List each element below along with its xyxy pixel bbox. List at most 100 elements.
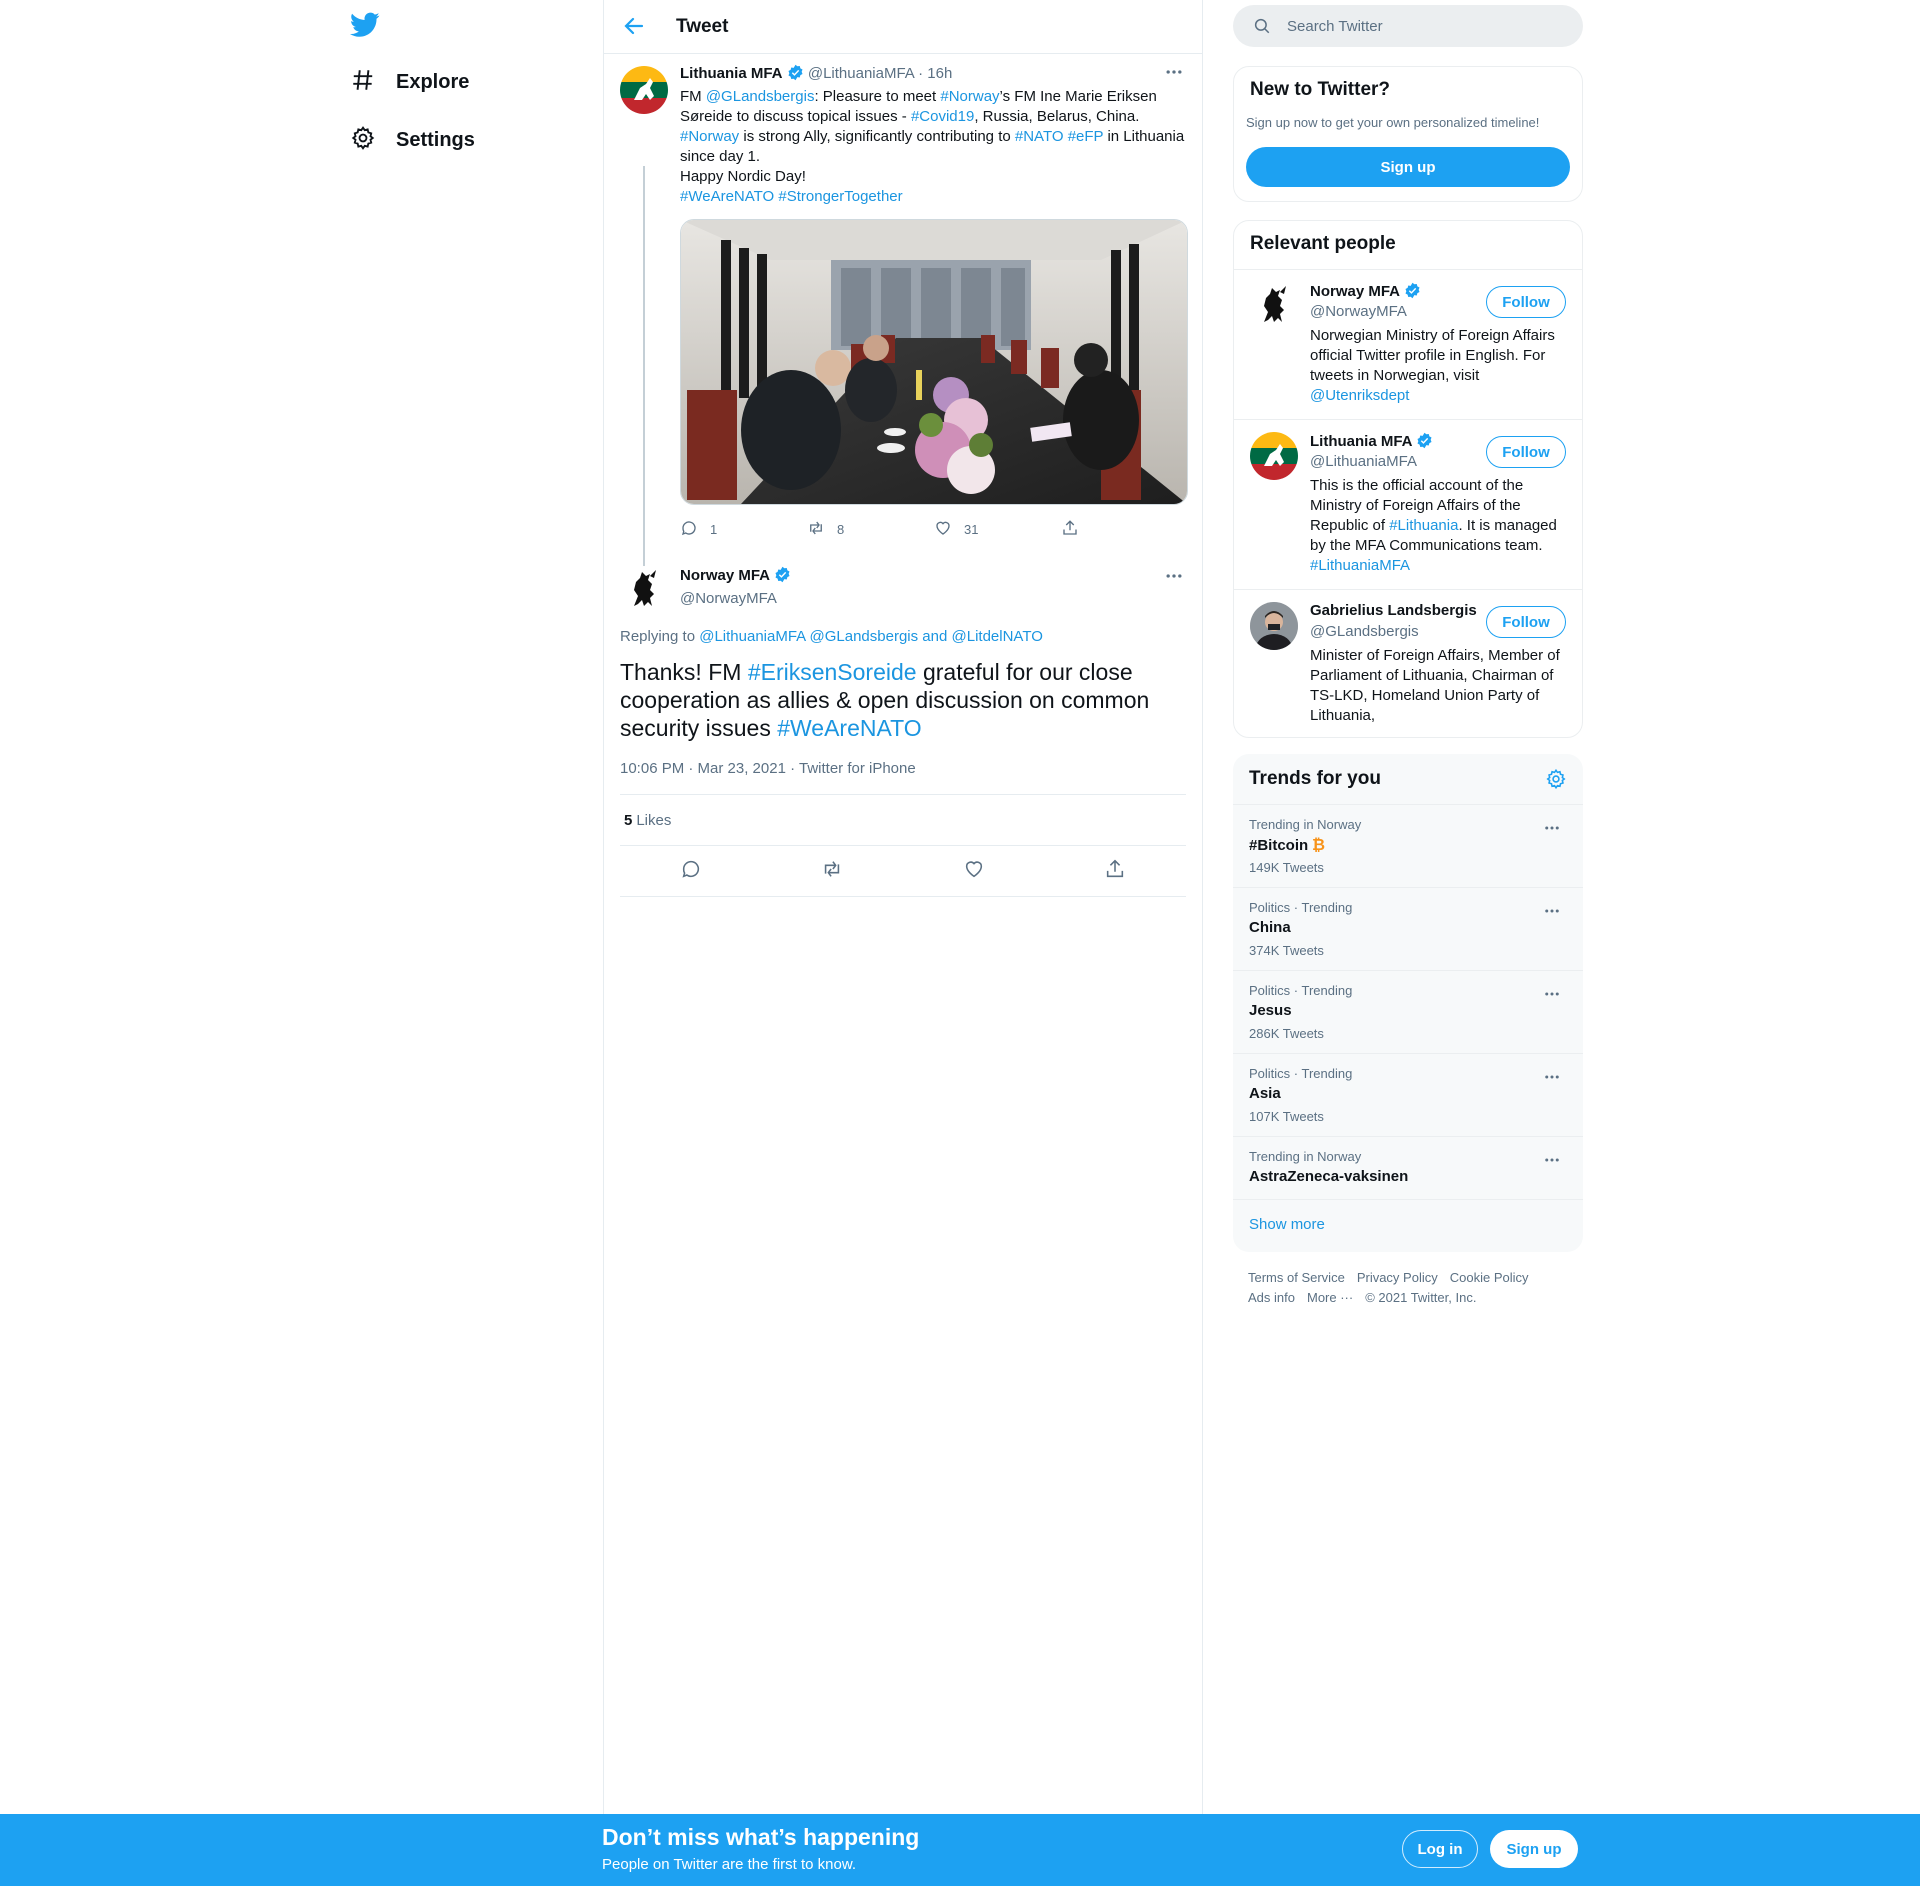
more-options-icon[interactable] bbox=[1543, 819, 1561, 842]
footer-more-link[interactable]: More ··· bbox=[1307, 1288, 1353, 1308]
lithuania-mfa-avatar[interactable] bbox=[1250, 432, 1298, 480]
follow-button[interactable]: Follow bbox=[1486, 436, 1566, 468]
person-gabrielius-landsbergis[interactable]: Gabrielius Landsbergis @GLandsbergis Min… bbox=[1234, 589, 1582, 737]
like-count: 31 bbox=[964, 521, 979, 537]
twitter-logo-icon[interactable] bbox=[350, 12, 380, 43]
tweet-timestamp[interactable]: 10:06 PM · Mar 23, 2021 · Twitter for iP… bbox=[620, 760, 916, 777]
mention-link[interactable]: @GLandsbergis bbox=[810, 628, 919, 645]
author-name[interactable]: Norway MFA bbox=[680, 567, 770, 584]
reply-button[interactable]: 1 bbox=[680, 519, 807, 540]
hashtag-link[interactable]: #Covid19 bbox=[911, 108, 974, 125]
replying-to: Replying to @LithuaniaMFA @GLandsbergis … bbox=[620, 628, 1043, 645]
norway-mfa-avatar[interactable] bbox=[620, 566, 668, 614]
author-handle[interactable]: @NorwayMFA bbox=[680, 590, 777, 607]
hashtag-link[interactable]: #LithuaniaMFA bbox=[1310, 557, 1410, 574]
nav-explore-label: Explore bbox=[396, 70, 470, 93]
back-arrow-icon[interactable] bbox=[622, 14, 646, 43]
share-icon[interactable] bbox=[1104, 858, 1126, 885]
person-name-text: Lithuania MFA bbox=[1310, 433, 1412, 450]
mention-link[interactable]: @LitdelNATO bbox=[952, 628, 1043, 645]
hashtag-link[interactable]: #Norway bbox=[940, 88, 999, 105]
hashtag-link[interactable]: #Lithuania bbox=[1389, 517, 1458, 534]
thread-line bbox=[643, 166, 645, 612]
hashtag-link[interactable]: #eFP bbox=[1068, 128, 1104, 145]
trend-item[interactable]: Politics · Trending Jesus 286K Tweets bbox=[1233, 970, 1583, 1054]
follow-button[interactable]: Follow bbox=[1486, 286, 1566, 318]
replying-to-label: Replying to bbox=[620, 628, 700, 645]
author-handle[interactable]: @LithuaniaMFA bbox=[808, 65, 914, 82]
parent-tweet-body: Lithuania MFA @LithuaniaMFA · 16h FM @GL… bbox=[680, 64, 1188, 541]
nav-settings[interactable]: Settings bbox=[350, 120, 475, 160]
more-options-icon[interactable] bbox=[1543, 985, 1561, 1008]
heart-icon[interactable] bbox=[963, 858, 985, 885]
hashtag-link[interactable]: #WeAreNATO bbox=[777, 715, 921, 741]
nav-settings-label: Settings bbox=[396, 128, 475, 151]
more-options-icon[interactable] bbox=[1164, 62, 1184, 87]
hashtag-link[interactable]: #WeAreNATO bbox=[680, 188, 774, 205]
person-bio: Minister of Foreign Affairs, Member of P… bbox=[1310, 647, 1560, 724]
search-input[interactable] bbox=[1285, 16, 1569, 36]
trend-item[interactable]: Trending in Norway #Bitcoin ₿ 149K Tweet… bbox=[1233, 804, 1583, 888]
trend-item[interactable]: Politics · Trending Asia 107K Tweets bbox=[1233, 1053, 1583, 1137]
hashtag-link[interactable]: #StrongerTogether bbox=[778, 188, 902, 205]
likes-row[interactable]: 5 Likes bbox=[620, 794, 1186, 846]
mention-link[interactable]: @LithuaniaMFA bbox=[699, 628, 805, 645]
tweet-time[interactable]: · 16h bbox=[918, 65, 952, 82]
text-segment: is strong Ally, significantly contributi… bbox=[739, 128, 1015, 145]
trend-item[interactable]: Trending in Norway AstraZeneca-vaksinen bbox=[1233, 1136, 1583, 1200]
person-lithuania-mfa[interactable]: Lithuania MFA @LithuaniaMFA This is the … bbox=[1234, 419, 1582, 590]
main-header: Tweet bbox=[604, 0, 1202, 54]
banner-sign-up-button[interactable]: Sign up bbox=[1490, 1830, 1578, 1868]
follow-button[interactable]: Follow bbox=[1486, 606, 1566, 638]
tweet-photo[interactable] bbox=[680, 219, 1188, 505]
more-options-icon[interactable] bbox=[1164, 566, 1184, 591]
reply-icon bbox=[680, 519, 698, 540]
gabrielius-landsbergis-avatar[interactable] bbox=[1250, 602, 1298, 650]
retweet-icon bbox=[807, 519, 825, 540]
mention-link[interactable]: @Utenriksdept bbox=[1310, 387, 1409, 404]
gear-icon bbox=[350, 125, 376, 156]
more-options-icon[interactable] bbox=[1543, 1068, 1561, 1091]
more-options-icon[interactable] bbox=[1543, 902, 1561, 925]
footer-privacy-link[interactable]: Privacy Policy bbox=[1357, 1268, 1438, 1288]
more-options-icon[interactable] bbox=[1543, 1151, 1561, 1174]
trend-name: #Bitcoin ₿ bbox=[1249, 835, 1326, 856]
trend-item[interactable]: Politics · Trending China 374K Tweets bbox=[1233, 887, 1583, 971]
retweet-button[interactable]: 8 bbox=[807, 519, 934, 540]
trend-name: Jesus bbox=[1249, 1002, 1292, 1019]
trends-settings-gear-icon[interactable] bbox=[1545, 768, 1567, 795]
footer-cookie-link[interactable]: Cookie Policy bbox=[1450, 1268, 1529, 1288]
nav-explore[interactable]: Explore bbox=[350, 62, 469, 102]
retweet-count: 8 bbox=[837, 521, 845, 537]
text-segment: Happy Nordic Day! bbox=[680, 168, 806, 185]
trend-context: Politics · Trending bbox=[1249, 983, 1353, 998]
lithuania-mfa-avatar[interactable] bbox=[620, 66, 668, 114]
footer-terms-link[interactable]: Terms of Service bbox=[1248, 1268, 1345, 1288]
replying-and: and bbox=[918, 628, 952, 645]
focused-tweet-text: Thanks! FM #EriksenSoreide grateful for … bbox=[620, 658, 1186, 742]
show-more-link[interactable]: Show more bbox=[1249, 1216, 1325, 1233]
share-button[interactable] bbox=[1061, 519, 1188, 540]
person-handle: @LithuaniaMFA bbox=[1310, 453, 1417, 470]
parent-tweet-header: Lithuania MFA @LithuaniaMFA · 16h bbox=[680, 64, 1188, 87]
footer-ads-info-link[interactable]: Ads info bbox=[1248, 1288, 1295, 1308]
page-title: Tweet bbox=[676, 16, 729, 37]
like-button[interactable]: 31 bbox=[934, 519, 1061, 540]
hashtag-link[interactable]: #EriksenSoreide bbox=[748, 659, 917, 685]
banner-title: Don’t miss what’s happening bbox=[602, 1824, 920, 1850]
hashtag-link[interactable]: #NATO bbox=[1015, 128, 1064, 145]
author-name[interactable]: Lithuania MFA bbox=[680, 65, 783, 82]
retweet-icon[interactable] bbox=[821, 858, 843, 885]
norway-mfa-avatar[interactable] bbox=[1250, 282, 1298, 330]
reply-icon[interactable] bbox=[680, 858, 702, 885]
parent-tweet-text: FM @GLandsbergis: Pleasure to meet #Norw… bbox=[680, 87, 1188, 207]
relevant-people-card: Relevant people Norway MFA @NorwayMFA No… bbox=[1233, 220, 1583, 738]
sign-up-button[interactable]: Sign up bbox=[1246, 147, 1570, 187]
hashtag-link[interactable]: #Norway bbox=[680, 128, 739, 145]
log-in-button[interactable]: Log in bbox=[1402, 1830, 1478, 1868]
text-segment: , Russia, Belarus, China. bbox=[974, 108, 1140, 125]
mention-link[interactable]: @GLandsbergis bbox=[706, 88, 815, 105]
search-bar[interactable] bbox=[1233, 5, 1583, 47]
person-norway-mfa[interactable]: Norway MFA @NorwayMFA Norwegian Ministry… bbox=[1234, 269, 1582, 420]
verified-badge-icon bbox=[1416, 432, 1433, 453]
